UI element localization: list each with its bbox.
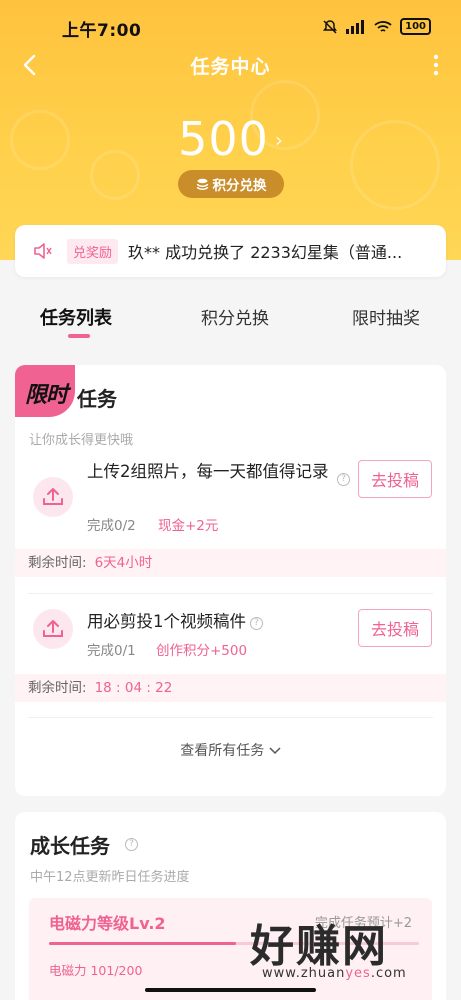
tab-lucky-draw[interactable]: 限时抽奖 xyxy=(352,304,420,329)
signal-icon xyxy=(346,19,365,34)
notice-text: 玖** 成功兑换了 2233幻星集（普通... xyxy=(128,243,403,262)
remaining-time-label: 剩余时间: xyxy=(28,680,87,696)
coins-icon xyxy=(196,178,208,190)
task-progress: 完成0/2 xyxy=(87,518,136,534)
limited-task-card: 限时 任务 让你成长得更快哦 上传2组照片，每一天都值得记录 ? 完成0/2 现… xyxy=(15,365,446,796)
divider xyxy=(28,717,433,718)
points-value[interactable]: 500 xyxy=(178,112,269,166)
watermark-text: 好赚网 xyxy=(250,921,388,972)
level-title: 电磁力等级Lv.2 xyxy=(49,914,166,933)
tab-indicator xyxy=(68,334,90,338)
remaining-time-label: 剩余时间: xyxy=(28,555,87,571)
task-title-text: 上传2组照片，每一天都值得记录 xyxy=(87,462,329,481)
chevron-down-icon xyxy=(269,747,281,755)
tab-points-exchange[interactable]: 积分兑换 xyxy=(201,304,269,329)
level-progress-fill xyxy=(49,942,236,945)
view-all-tasks-label: 查看所有任务 xyxy=(180,743,265,759)
watermark-url-mid: yes xyxy=(345,966,371,981)
mute-icon xyxy=(323,19,338,34)
tab-bar: 任务列表 积分兑换 限时抽奖 xyxy=(0,290,461,350)
level-value: 电磁力 101/200 xyxy=(49,963,143,978)
divider xyxy=(28,593,433,594)
watermark-url-pre: www.zhuan xyxy=(262,966,346,981)
points-exchange-button[interactable]: 积分兑换 xyxy=(178,170,284,198)
limited-card-title: 任务 xyxy=(77,387,117,411)
speaker-icon xyxy=(34,243,52,259)
notice-badge: 兑奖励 xyxy=(67,238,119,264)
help-icon[interactable]: ? xyxy=(125,838,138,851)
points-exchange-label: 积分兑换 xyxy=(212,178,267,194)
limited-card-subtitle: 让你成长得更快哦 xyxy=(29,433,134,448)
task-title: 上传2组照片，每一天都值得记录 xyxy=(87,459,337,484)
upload-icon xyxy=(33,477,73,517)
help-icon[interactable]: ? xyxy=(250,617,263,630)
nav-bar: 任务中心 xyxy=(0,44,461,88)
more-vertical-icon[interactable] xyxy=(431,52,441,78)
watermark-url: www.zhuanyes.com xyxy=(262,966,407,981)
notice-bar[interactable]: 兑奖励 玖** 成功兑换了 2233幻星集（普通... xyxy=(15,225,446,277)
page-title: 任务中心 xyxy=(190,56,271,78)
remaining-time: 剩余时间: 6天4小时 xyxy=(15,549,446,577)
status-icons: 100 xyxy=(322,18,431,35)
task-reward: 现金+2元 xyxy=(158,518,219,534)
tab-task-list[interactable]: 任务列表 xyxy=(40,304,112,330)
watermark-logo: 好赚网 www.zhuanyes.com xyxy=(250,910,450,990)
task-progress: 完成0/1 xyxy=(87,643,136,659)
watermark-url-post: .com xyxy=(370,966,407,981)
view-all-tasks-link[interactable]: 查看所有任务 xyxy=(15,740,446,760)
remaining-time-value: 6天4小时 xyxy=(94,555,153,571)
limited-badge-text: 限时 xyxy=(25,383,68,408)
task-title-text: 用必剪投1个视频稿件 xyxy=(87,612,246,631)
submit-button[interactable]: 去投稿 xyxy=(358,609,432,647)
upload-icon xyxy=(33,609,73,649)
home-indicator[interactable] xyxy=(145,988,316,992)
task-title: 用必剪投1个视频稿件? xyxy=(87,609,337,634)
help-icon[interactable]: ? xyxy=(337,473,350,486)
wifi-icon xyxy=(374,20,392,32)
status-time: 上午7:00 xyxy=(62,21,142,41)
submit-button[interactable]: 去投稿 xyxy=(358,460,432,498)
growth-card-title: 成长任务 xyxy=(30,834,110,858)
points-display[interactable]: 500 › xyxy=(0,112,461,166)
remaining-time-value: 18 : 04 : 22 xyxy=(94,680,173,696)
task-reward: 创作积分+500 xyxy=(156,643,248,659)
growth-card-subtitle: 中午12点更新昨日任务进度 xyxy=(30,870,190,885)
remaining-time: 剩余时间: 18 : 04 : 22 xyxy=(15,674,446,702)
battery-icon: 100 xyxy=(400,18,431,35)
chevron-right-icon[interactable]: › xyxy=(275,128,283,152)
